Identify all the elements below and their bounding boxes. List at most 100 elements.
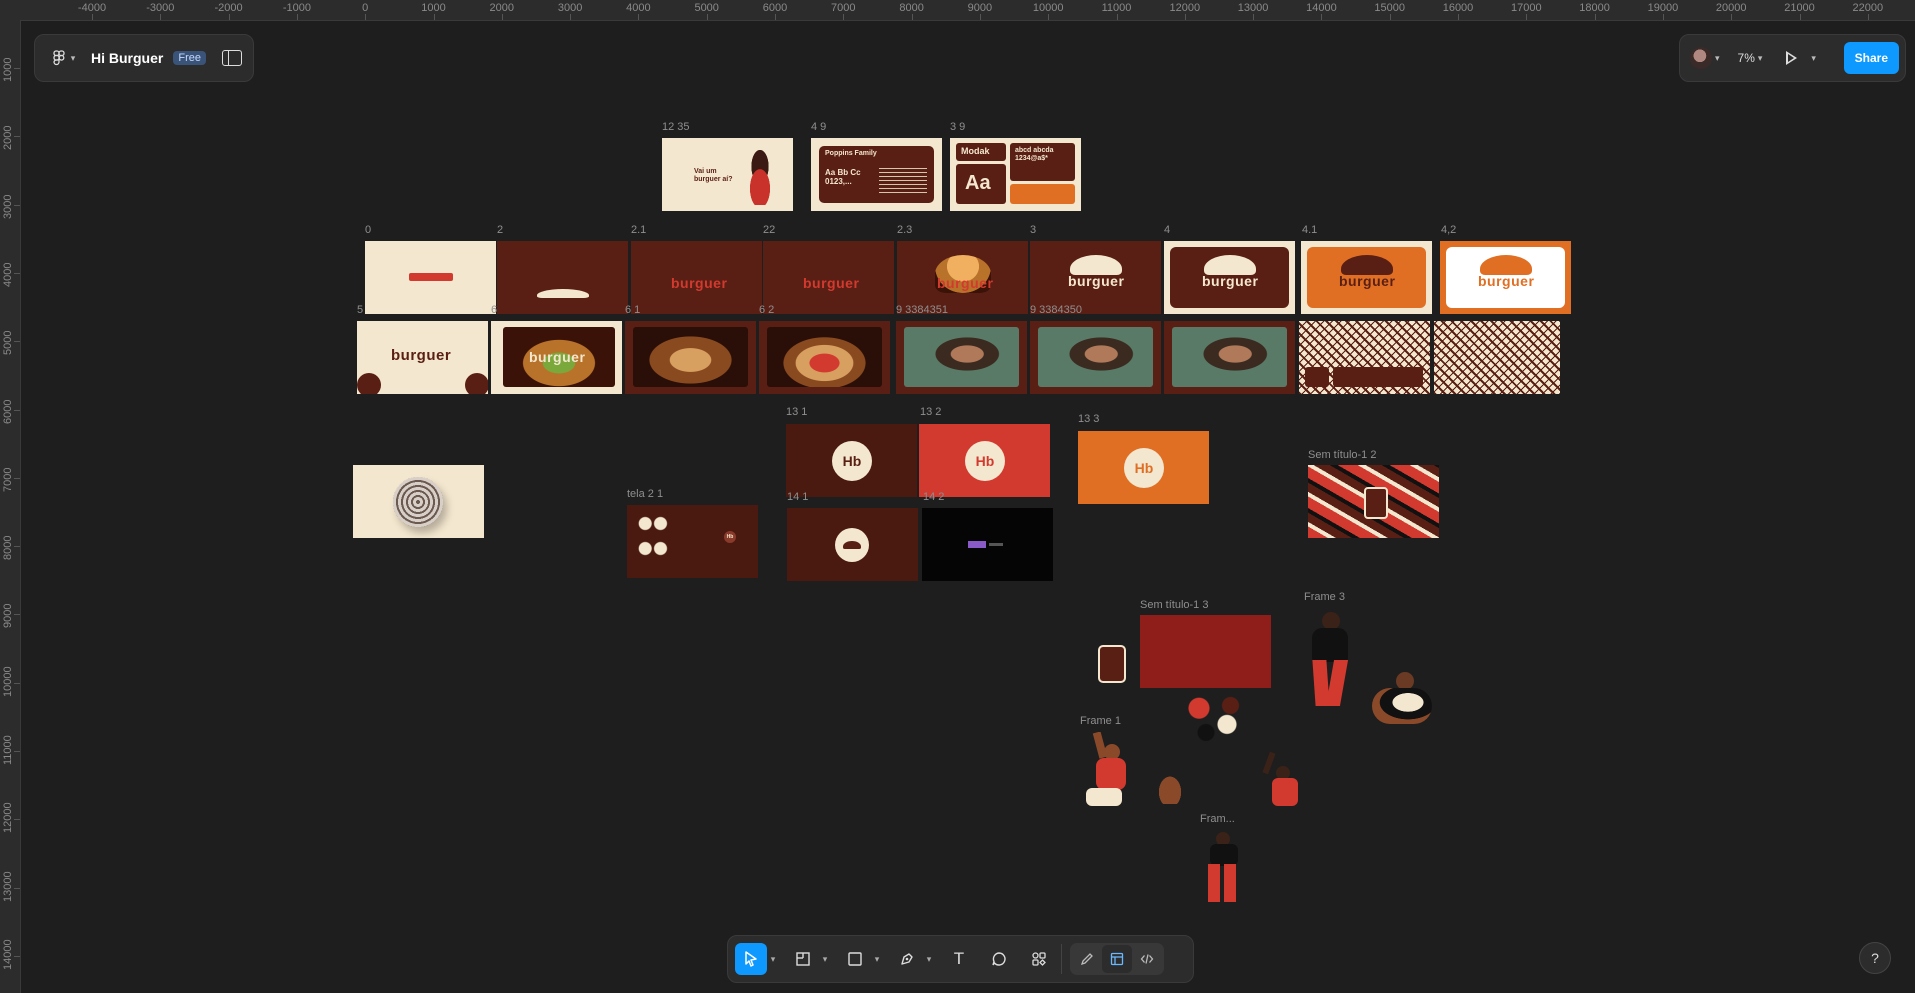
frame-6[interactable]: burguer bbox=[491, 321, 622, 394]
help-button[interactable]: ? bbox=[1859, 942, 1891, 974]
frame-label[interactable]: 2.3 bbox=[897, 224, 912, 236]
frame-label[interactable]: 4 bbox=[1164, 224, 1170, 236]
frame-label[interactable]: 4.1 bbox=[1302, 224, 1317, 236]
frame-label[interactable]: 5 bbox=[357, 304, 363, 316]
frame-2[interactable] bbox=[497, 241, 628, 314]
actions-tool-button[interactable] bbox=[1023, 943, 1055, 975]
draw-mode-toggle[interactable] bbox=[1072, 945, 1102, 973]
frame-sem-titulo-1-2[interactable] bbox=[1308, 465, 1439, 538]
frame-tela-2-1[interactable]: Hb bbox=[627, 505, 758, 578]
present-play-icon[interactable] bbox=[1786, 51, 1798, 65]
chevron-down-icon[interactable]: ▾ bbox=[923, 954, 935, 965]
frame-label[interactable]: 14 2 bbox=[923, 491, 944, 503]
share-button[interactable]: Share bbox=[1843, 42, 1899, 74]
frame-6-1[interactable] bbox=[625, 321, 756, 394]
dev-mode-toggle[interactable] bbox=[1132, 945, 1162, 973]
frame-12-35[interactable]: Vai um burguer aí? bbox=[662, 138, 793, 211]
avatar[interactable] bbox=[1690, 47, 1712, 69]
frame-14-2[interactable] bbox=[922, 508, 1053, 581]
frame-label[interactable]: 4 9 bbox=[811, 121, 826, 133]
frame-13-3[interactable]: Hb bbox=[1078, 431, 1209, 504]
ruler-tick bbox=[1184, 14, 1186, 20]
frame-2-1[interactable]: burguer bbox=[631, 241, 762, 314]
frame-label[interactable]: 6 2 bbox=[759, 304, 774, 316]
wordmark: burguer bbox=[1478, 273, 1535, 289]
frame-icon bbox=[796, 952, 810, 966]
frame-label[interactable]: 3 bbox=[1030, 224, 1036, 236]
frame-13-1[interactable]: Hb bbox=[786, 424, 917, 497]
frame-label[interactable]: 12 35 bbox=[662, 121, 690, 133]
frame-tool-button[interactable] bbox=[787, 943, 819, 975]
frame-label[interactable]: Frame 1 bbox=[1080, 715, 1121, 727]
ruler-tick bbox=[1116, 14, 1118, 20]
chevron-down-icon[interactable]: ▾ bbox=[1715, 53, 1720, 64]
frame-4[interactable]: burguer bbox=[1164, 241, 1295, 314]
frame-label[interactable]: 13 1 bbox=[786, 406, 807, 418]
frame-illustration[interactable] bbox=[1198, 830, 1248, 906]
group-illustration[interactable] bbox=[1178, 692, 1248, 746]
frame-9-3384350[interactable] bbox=[1030, 321, 1161, 394]
frame-9-3384351[interactable] bbox=[896, 321, 1027, 394]
bag-illustration[interactable] bbox=[1098, 645, 1126, 683]
chevron-down-icon[interactable]: ▾ bbox=[819, 954, 831, 965]
frame-5[interactable]: burguer bbox=[357, 321, 488, 394]
frame-label[interactable]: 0 bbox=[365, 224, 371, 236]
frame-0[interactable] bbox=[365, 241, 496, 314]
chevron-down-icon[interactable]: ▾ bbox=[871, 954, 883, 965]
text-tool-button[interactable]: T bbox=[943, 943, 975, 975]
plan-badge[interactable]: Free bbox=[173, 51, 206, 65]
frame-sem-titulo-1-3[interactable] bbox=[1140, 615, 1271, 688]
frame-label[interactable]: 13 2 bbox=[920, 406, 941, 418]
frame-1-illustration[interactable] bbox=[1080, 732, 1140, 832]
hand-illustration[interactable] bbox=[1157, 774, 1183, 804]
design-mode-toggle[interactable] bbox=[1102, 945, 1132, 973]
frame-label[interactable]: 3 9 bbox=[950, 121, 965, 133]
frame-label[interactable]: 4,2 bbox=[1441, 224, 1456, 236]
ruler-top-label: -2000 bbox=[214, 2, 243, 14]
character-sitting-illustration[interactable] bbox=[1368, 672, 1438, 728]
frame-4-1[interactable]: burguer bbox=[1301, 241, 1432, 314]
frame-label[interactable]: 2 bbox=[497, 224, 503, 236]
frame-3-illustration[interactable] bbox=[1304, 608, 1364, 708]
frame-label[interactable]: 6 bbox=[491, 304, 497, 316]
frame-label[interactable]: 14 1 bbox=[787, 491, 808, 503]
main-menu-button[interactable]: ▾ bbox=[47, 43, 81, 73]
frame-label[interactable]: Frame 3 bbox=[1304, 591, 1345, 603]
character-standing-illustration[interactable] bbox=[1262, 746, 1306, 814]
frame-3-9[interactable]: Modak Aa abcd abcda 1234@a$* bbox=[950, 138, 1081, 211]
frame-6-2[interactable] bbox=[759, 321, 890, 394]
frame-14-1[interactable] bbox=[787, 508, 918, 581]
frame-22[interactable]: burguer bbox=[763, 241, 894, 314]
file-title[interactable]: Hi Burguer bbox=[91, 50, 163, 66]
move-tool-button[interactable] bbox=[735, 943, 767, 975]
frame-label[interactable]: 6 1 bbox=[625, 304, 640, 316]
frame-label[interactable]: 2.1 bbox=[631, 224, 646, 236]
frame-13-2[interactable]: Hb bbox=[919, 424, 1050, 497]
frame-packaging-mockup[interactable] bbox=[353, 465, 484, 538]
frame-label[interactable]: Sem título-1 3 bbox=[1140, 599, 1208, 611]
chevron-down-icon[interactable]: ▾ bbox=[1811, 53, 1816, 64]
frame-9-copy[interactable] bbox=[1164, 321, 1295, 394]
frame-label[interactable]: tela 2 1 bbox=[627, 488, 663, 500]
frame-label[interactable]: Fram... bbox=[1200, 813, 1235, 825]
burger-photo bbox=[767, 327, 882, 387]
chevron-down-icon[interactable]: ▾ bbox=[1758, 53, 1763, 64]
sidebar-toggle-icon[interactable] bbox=[221, 50, 242, 66]
ruler-top-label: 15000 bbox=[1374, 2, 1405, 14]
frame-4-9[interactable]: Poppins Family Aa Bb Cc 0123,... bbox=[811, 138, 942, 211]
zoom-level[interactable]: 7% bbox=[1738, 51, 1755, 65]
rectangle-tool-button[interactable] bbox=[839, 943, 871, 975]
frame-4-2[interactable]: burguer bbox=[1440, 241, 1571, 314]
comment-tool-button[interactable] bbox=[983, 943, 1015, 975]
frame-label[interactable]: 9 3384351 bbox=[896, 304, 948, 316]
burger-photo bbox=[633, 327, 748, 387]
frame-label[interactable]: Sem título-1 2 bbox=[1308, 449, 1376, 461]
frame-label[interactable]: 22 bbox=[763, 224, 775, 236]
bun-top bbox=[1070, 255, 1122, 275]
frame-label[interactable]: 9 3384350 bbox=[1030, 304, 1082, 316]
frame-label[interactable]: 13 3 bbox=[1078, 413, 1099, 425]
chevron-down-icon[interactable]: ▾ bbox=[767, 954, 779, 965]
frame-pattern[interactable] bbox=[1434, 321, 1560, 394]
pen-tool-button[interactable] bbox=[891, 943, 923, 975]
frame-pattern-ui[interactable] bbox=[1299, 321, 1430, 394]
